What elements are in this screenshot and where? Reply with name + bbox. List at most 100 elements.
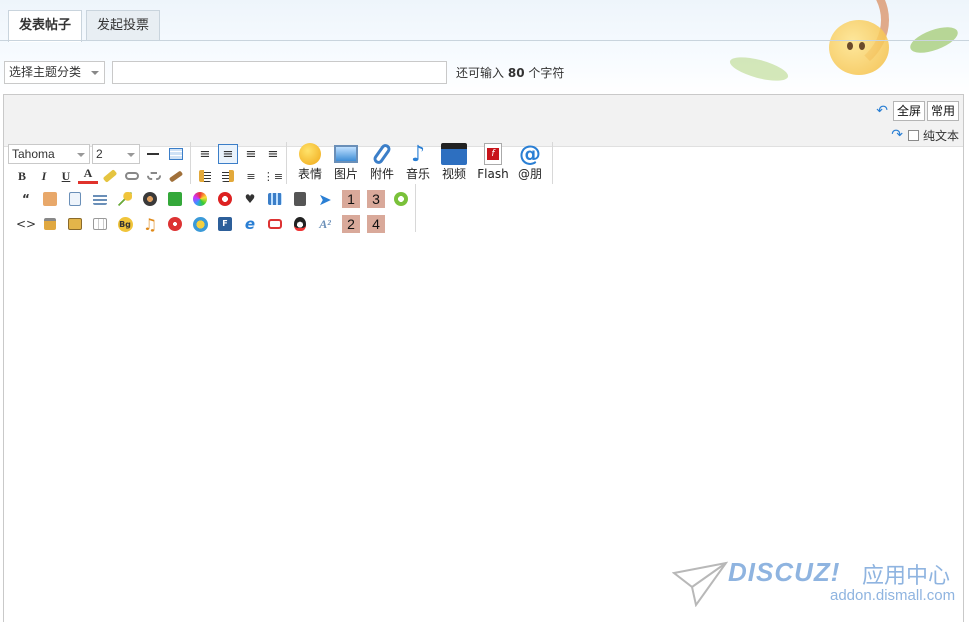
- flash-button[interactable]: f Flash: [475, 142, 511, 182]
- mention-button-label: @朋: [517, 167, 542, 181]
- smiley-button-label: 表情: [297, 167, 322, 181]
- redo-arrow-icon[interactable]: ↷: [891, 127, 903, 143]
- video-camera-icon[interactable]: [265, 214, 285, 234]
- category-select[interactable]: 选择主题分类: [4, 61, 105, 84]
- page-icon[interactable]: [65, 189, 85, 209]
- video-icon: [441, 142, 467, 166]
- music-note-icon[interactable]: ♫: [140, 214, 160, 234]
- password-key-icon[interactable]: [115, 189, 135, 209]
- editor-mode-controls: ↶ 全屏 常用 ↷ 纯文本: [863, 101, 959, 145]
- media-green-icon[interactable]: [165, 189, 185, 209]
- video-button-label: 视频: [441, 167, 466, 181]
- unordered-list-icon[interactable]: ⋮≡: [263, 166, 283, 186]
- at-icon: @: [519, 141, 541, 167]
- smiley-button[interactable]: 表情: [292, 142, 328, 182]
- common-mode-button[interactable]: 常用: [926, 101, 959, 121]
- clear-format-broom-icon[interactable]: [166, 166, 186, 186]
- index-icon[interactable]: [90, 189, 110, 209]
- film-strip-icon[interactable]: [265, 189, 285, 209]
- font-size-select[interactable]: 2: [92, 144, 140, 164]
- horizontal-rule-icon[interactable]: [143, 144, 163, 164]
- unlink-icon[interactable]: [144, 166, 164, 186]
- image-icon: [333, 142, 359, 166]
- ordered-list-icon[interactable]: ≡: [241, 166, 261, 186]
- image-button[interactable]: 图片: [328, 142, 364, 182]
- discuz-watermark: DISCUZ! 应用中心 addon.dismall.com: [672, 555, 962, 610]
- link-icon[interactable]: [122, 166, 142, 186]
- paper-plane-icon: [672, 561, 728, 607]
- editor-header: ↶ 全屏 常用 ↷ 纯文本: [4, 95, 963, 147]
- background-icon[interactable]: Bg: [115, 214, 135, 234]
- underline-button[interactable]: U: [56, 166, 76, 186]
- star-badge-icon[interactable]: [190, 214, 210, 234]
- category-select-value: 选择主题分类: [9, 65, 82, 79]
- columns-icon[interactable]: [90, 214, 110, 234]
- video-player-icon[interactable]: [215, 189, 235, 209]
- lock-icon[interactable]: [40, 214, 60, 234]
- custom-tag-1-button[interactable]: 1: [342, 190, 360, 208]
- broken-heart-icon[interactable]: ♥: [240, 189, 260, 209]
- font-color-button[interactable]: A: [78, 166, 98, 184]
- qq-penguin-icon[interactable]: [290, 214, 310, 234]
- rich-text-editor: ↶ 全屏 常用 ↷ 纯文本 Tahoma 2 ≡ ≡ ≡ ≡ 表情 图片 附件 …: [3, 94, 964, 622]
- highlight-pen-icon[interactable]: [100, 166, 120, 186]
- table-icon[interactable]: [166, 144, 186, 164]
- attachment-button-label: 附件: [369, 167, 394, 181]
- flash-button-label: Flash: [477, 167, 509, 181]
- align-right-icon[interactable]: ≡: [263, 144, 283, 164]
- char-count-hint: 还可输入 80 个字符: [456, 64, 564, 81]
- tab-new-thread[interactable]: 发表帖子: [8, 10, 83, 42]
- smiley-icon: [297, 142, 323, 166]
- quote-button[interactable]: “: [16, 189, 36, 209]
- custom-tag-4-button[interactable]: 4: [367, 215, 385, 233]
- font-family-value: Tahoma: [12, 147, 55, 161]
- image-button-label: 图片: [333, 167, 358, 181]
- font-family-select[interactable]: Tahoma: [8, 144, 90, 164]
- custom-tag-3-button[interactable]: 3: [367, 190, 385, 208]
- align-center-icon[interactable]: ≡: [241, 144, 261, 164]
- video-button[interactable]: 视频: [436, 142, 472, 182]
- chevron-down-icon: [127, 153, 135, 157]
- bird-icon[interactable]: ➤: [315, 189, 335, 209]
- download-icon[interactable]: [65, 214, 85, 234]
- float-left-icon[interactable]: [195, 166, 215, 186]
- align-justify-icon[interactable]: ≡: [218, 144, 238, 164]
- code-button[interactable]: <>: [16, 214, 36, 234]
- tab-new-poll[interactable]: 发起投票: [86, 10, 161, 41]
- color-wheel-icon[interactable]: [190, 189, 210, 209]
- watermark-brand: DISCUZ!: [728, 557, 841, 587]
- attachment-button[interactable]: 附件: [364, 142, 400, 182]
- music-button[interactable]: ♪ 音乐: [400, 142, 436, 182]
- undo-arrow-icon[interactable]: ↶: [876, 103, 888, 119]
- subject-input[interactable]: [112, 61, 447, 84]
- plain-text-checkbox[interactable]: [907, 129, 919, 141]
- fullscreen-button[interactable]: 全屏: [892, 101, 925, 121]
- superscript-icon[interactable]: A²: [315, 214, 335, 234]
- chevron-down-icon: [77, 153, 85, 157]
- post-type-tabs: 发表帖子 发起投票: [8, 10, 164, 42]
- plain-text-label: 纯文本: [922, 128, 959, 143]
- bold-button[interactable]: B: [12, 166, 32, 186]
- free-content-icon[interactable]: [40, 189, 60, 209]
- subject-row: 选择主题分类 还可输入 80 个字符: [4, 61, 564, 84]
- char-hint-count: 80: [507, 66, 525, 80]
- chevron-down-icon: [91, 71, 99, 75]
- mention-button[interactable]: @ @朋: [512, 142, 548, 182]
- internet-explorer-icon[interactable]: e: [240, 214, 260, 234]
- float-right-icon[interactable]: [218, 166, 238, 186]
- flash-box-icon[interactable]: F: [215, 214, 235, 234]
- record-disc-icon[interactable]: [140, 189, 160, 209]
- decorative-banner-image: [709, 0, 969, 95]
- align-left-icon[interactable]: ≡: [195, 144, 215, 164]
- watermark-url: addon.dismall.com: [830, 587, 956, 604]
- custom-tag-2-button[interactable]: 2: [342, 215, 360, 233]
- char-hint-suffix: 个字符: [528, 66, 565, 80]
- italic-button[interactable]: I: [34, 166, 54, 186]
- green-ring-icon[interactable]: [391, 189, 411, 209]
- char-hint-prefix: 还可输入: [456, 66, 505, 80]
- font-size-value: 2: [96, 147, 103, 161]
- film-reel-icon[interactable]: [290, 189, 310, 209]
- music-button-label: 音乐: [405, 167, 430, 181]
- flash-player-icon[interactable]: [165, 214, 185, 234]
- watermark-cn: 应用中心: [862, 564, 951, 589]
